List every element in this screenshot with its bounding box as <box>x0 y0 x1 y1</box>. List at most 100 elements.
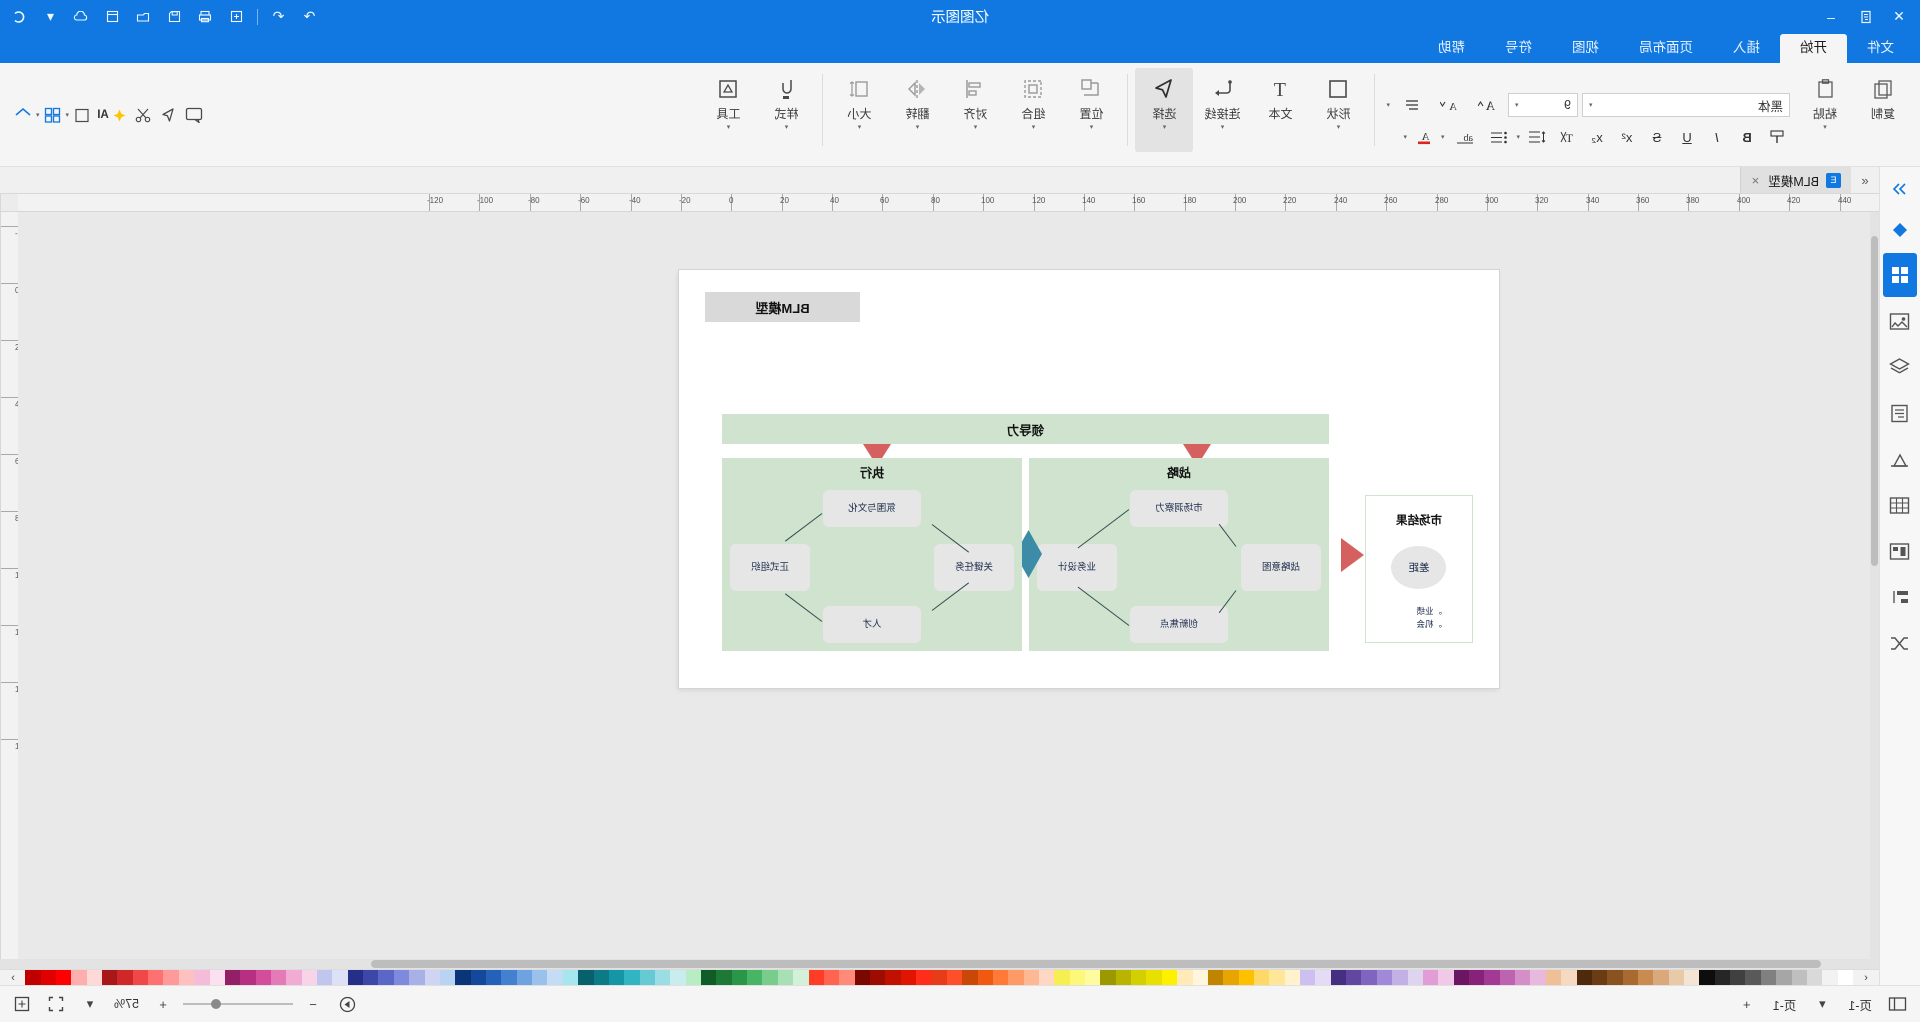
color-swatch[interactable] <box>808 970 824 985</box>
color-swatch[interactable] <box>1637 970 1654 985</box>
color-swatch[interactable] <box>1376 970 1393 985</box>
color-swatch[interactable] <box>1422 970 1439 985</box>
color-swatch[interactable] <box>332 970 348 985</box>
color-swatch[interactable] <box>670 970 686 985</box>
color-swatch[interactable] <box>716 970 732 985</box>
list-button[interactable] <box>1394 93 1428 117</box>
home-icon[interactable] <box>10 103 36 127</box>
ribbon-style-button[interactable]: 样式 ▾ <box>757 68 815 152</box>
palette-next-button[interactable]: › <box>0 970 26 985</box>
color-swatch[interactable] <box>1791 970 1807 985</box>
vertical-scrollbar[interactable] <box>1870 212 1879 959</box>
chevron-down-icon[interactable]: ▾ <box>785 124 789 131</box>
color-swatch[interactable] <box>916 970 932 985</box>
color-swatch[interactable] <box>639 970 655 985</box>
vertical-ruler[interactable]: -20 0 20 40 60 80 100 120 140 160 <box>0 212 18 959</box>
color-swatch[interactable] <box>870 970 886 985</box>
node-business-design[interactable]: 业务设计 <box>1037 544 1117 591</box>
color-swatch[interactable] <box>86 970 103 985</box>
add-page-button[interactable]: + <box>1733 991 1761 1017</box>
font-size-select[interactable]: 9 ▾ <box>1508 93 1578 117</box>
page-icon[interactable] <box>69 103 95 127</box>
save-icon[interactable] <box>159 3 190 31</box>
fill-icon[interactable] <box>1883 207 1917 251</box>
page-tab[interactable]: 页-1 <box>1767 992 1803 1016</box>
chevron-down-icon[interactable]: ▾ <box>916 124 920 131</box>
color-swatch[interactable] <box>40 970 56 985</box>
ribbon-connector-button[interactable]: 连接线 ▾ <box>1193 68 1251 152</box>
vertical-scroll-thumb[interactable] <box>1871 236 1878 566</box>
layers-icon[interactable] <box>1883 345 1917 389</box>
underline-button[interactable]: U <box>1674 125 1700 149</box>
strikethrough-button[interactable]: S <box>1644 125 1670 149</box>
color-swatch[interactable] <box>854 970 870 985</box>
chevron-down-icon[interactable]: ▾ <box>1403 133 1407 141</box>
color-swatch[interactable] <box>209 970 225 985</box>
color-swatch[interactable] <box>1684 970 1700 985</box>
chevron-down-icon[interactable]: ▾ <box>1516 133 1520 141</box>
color-swatch[interactable] <box>624 970 640 985</box>
node-market-insight[interactable]: 市场洞察力 <box>1130 490 1228 527</box>
node-culture-atmosphere[interactable]: 氛围与文化 <box>823 490 921 527</box>
ribbon-group-button[interactable]: 组合 ▾ <box>1004 68 1062 152</box>
color-swatch[interactable] <box>1223 970 1239 985</box>
color-swatch[interactable] <box>777 970 794 985</box>
color-swatch[interactable] <box>747 970 763 985</box>
color-swatch[interactable] <box>1607 970 1623 985</box>
color-swatch[interactable] <box>977 970 993 985</box>
color-swatch[interactable] <box>1069 970 1086 985</box>
collapse-icon[interactable] <box>1883 173 1917 205</box>
close-icon[interactable]: × <box>1750 173 1762 188</box>
chevron-down-icon[interactable]: ▾ <box>66 111 70 119</box>
canvas[interactable]: BLM模型 领导力 战略 市场洞察力 战略意图 创新焦点 业务设计 执行 氛围与… <box>18 212 1879 959</box>
grid-icon[interactable] <box>40 103 66 127</box>
color-swatch[interactable] <box>1453 970 1470 985</box>
color-swatch[interactable] <box>1038 970 1055 985</box>
color-swatch[interactable] <box>1008 970 1024 985</box>
ribbon-select-button[interactable]: 选择 ▾ <box>1135 68 1194 152</box>
chevron-down-icon[interactable]: ▾ <box>1032 124 1036 131</box>
color-swatch[interactable] <box>1100 970 1116 985</box>
red-arrow-to-result[interactable] <box>1341 538 1364 572</box>
color-swatch[interactable] <box>578 970 594 985</box>
color-swatch[interactable] <box>25 970 41 985</box>
market-result-box[interactable]: 市场结果 差距 。业绩 。机会 <box>1365 495 1473 643</box>
fullscreen-icon[interactable] <box>42 991 70 1017</box>
color-swatch[interactable] <box>194 970 210 985</box>
print-icon[interactable] <box>190 3 221 31</box>
ribbon-shape-button[interactable]: 形状 ▾ <box>1309 68 1367 152</box>
chart-icon[interactable] <box>1883 437 1917 481</box>
chevron-down-icon[interactable]: ▾ <box>1386 101 1390 109</box>
color-swatch[interactable] <box>1023 970 1039 985</box>
color-swatch[interactable] <box>1730 970 1746 985</box>
color-swatch[interactable] <box>1330 970 1347 985</box>
color-swatch[interactable] <box>1207 970 1224 985</box>
ribbon-text-button[interactable]: T 文本 <box>1251 68 1309 152</box>
color-swatch[interactable] <box>900 970 917 985</box>
color-swatch[interactable] <box>240 970 256 985</box>
cloud-icon[interactable] <box>66 3 97 31</box>
chevron-down-icon[interactable]: ▾ <box>974 124 978 131</box>
ribbon-flip-button[interactable]: 翻转 ▾ <box>888 68 946 152</box>
color-swatch[interactable] <box>946 970 963 985</box>
color-swatch[interactable] <box>1653 970 1669 985</box>
ribbon-tools-button[interactable]: 工具 ▾ <box>699 68 757 152</box>
horizontal-ruler[interactable]: -120 -100 -80 -60 -40 -20 0 20 40 60 80 100 120 140 16… <box>18 194 1879 212</box>
chevron-down-icon[interactable]: ▾ <box>1221 124 1225 131</box>
chevron-down-icon[interactable]: ▾ <box>1441 133 1445 141</box>
color-swatch[interactable] <box>301 970 318 985</box>
horizontal-scroll-thumb[interactable] <box>371 960 1821 968</box>
close-icon[interactable]: ✕ <box>1882 3 1916 31</box>
chevron-down-icon[interactable]: ▾ <box>1337 124 1341 131</box>
node-innovation-focus[interactable]: 创新焦点 <box>1130 606 1228 643</box>
window-restore-icon[interactable] <box>97 3 128 31</box>
color-swatches[interactable] <box>25 970 1853 985</box>
node-strategic-intent[interactable]: 战略意图 <box>1241 544 1321 591</box>
color-swatch[interactable] <box>1346 970 1362 985</box>
color-swatch[interactable] <box>1622 970 1638 985</box>
color-swatch[interactable] <box>1576 970 1592 985</box>
font-grow-button[interactable]: A <box>1470 93 1504 117</box>
zoom-slider[interactable] <box>183 997 294 1011</box>
flow-icon[interactable] <box>1883 575 1917 619</box>
color-swatch[interactable] <box>501 970 517 985</box>
